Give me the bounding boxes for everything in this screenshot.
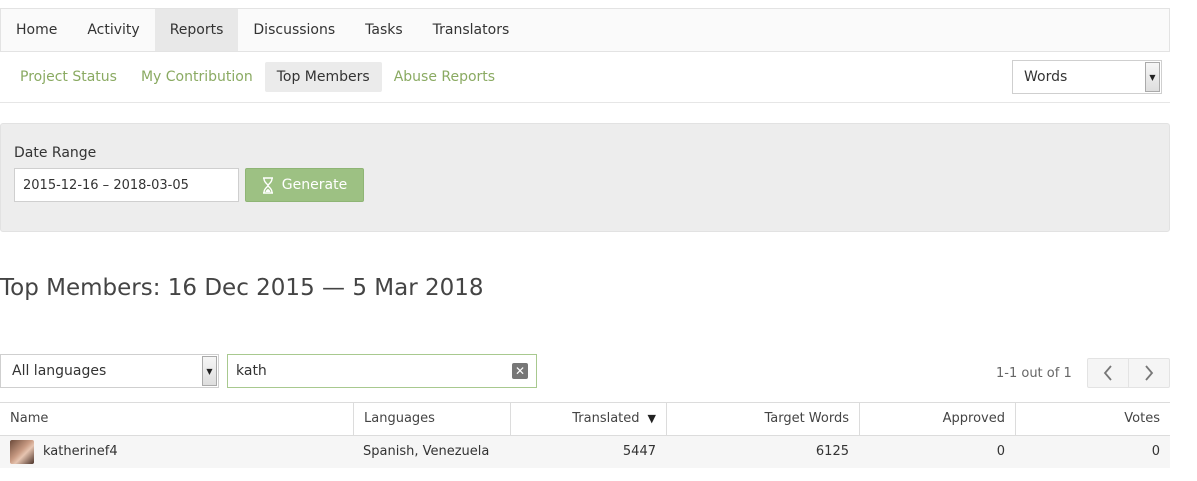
member-search: ✕: [227, 354, 537, 388]
subnav-my-contribution[interactable]: My Contribution: [129, 62, 265, 92]
chevron-right-icon: [1145, 365, 1154, 381]
member-votes: 0: [1151, 444, 1160, 459]
date-range-label: Date Range: [14, 145, 97, 161]
language-select[interactable]: All languages ▼: [0, 354, 219, 388]
member-languages: Spanish, Venezuela: [363, 444, 490, 459]
avatar: [10, 440, 34, 464]
sort-desc-icon: ▼: [647, 412, 656, 425]
prev-page-button[interactable]: [1088, 359, 1128, 387]
header-translated[interactable]: Translated ▼: [510, 403, 666, 435]
main-nav: Home Activity Reports Discussions Tasks …: [0, 8, 1170, 52]
header-languages[interactable]: Languages: [353, 403, 510, 435]
pagination-info: 1-1 out of 1: [996, 366, 1072, 381]
subnav-top-members[interactable]: Top Members: [264, 62, 382, 92]
generate-button[interactable]: Generate: [245, 168, 364, 202]
date-range-input[interactable]: [14, 168, 239, 202]
top-members-table: Name Languages Translated ▼ Target Words …: [0, 402, 1170, 468]
metric-select-value: Words: [1024, 69, 1068, 85]
tab-tasks[interactable]: Tasks: [350, 9, 418, 51]
member-cell: katherinef4: [0, 436, 353, 468]
tab-reports[interactable]: Reports: [154, 9, 239, 51]
member-target-words: 6125: [815, 444, 849, 459]
generate-label: Generate: [281, 177, 348, 193]
divider: [0, 102, 1170, 103]
member-search-input[interactable]: [228, 355, 508, 387]
dropdown-arrow-icon: ▼: [202, 356, 217, 386]
member-approved: 0: [996, 444, 1005, 459]
table-header: Name Languages Translated ▼ Target Words …: [0, 402, 1170, 436]
table-row: katherinef4 Spanish, Venezuela 5447 6125…: [0, 436, 1170, 468]
subnav-project-status[interactable]: Project Status: [8, 62, 129, 92]
metric-select[interactable]: Words ▼: [1012, 60, 1162, 94]
hourglass-icon: [262, 176, 274, 194]
tab-activity[interactable]: Activity: [72, 9, 154, 51]
date-range-panel: Date Range Generate: [0, 123, 1170, 232]
page-title: Top Members: 16 Dec 2015 — 5 Mar 2018: [0, 275, 484, 301]
tab-discussions[interactable]: Discussions: [238, 9, 350, 51]
next-page-button[interactable]: [1128, 359, 1169, 387]
header-target-words[interactable]: Target Words: [666, 403, 859, 435]
tab-translators[interactable]: Translators: [418, 9, 525, 51]
pagination: [1087, 358, 1170, 388]
header-name[interactable]: Name: [0, 403, 353, 435]
member-name-link[interactable]: katherinef4: [43, 436, 118, 468]
dropdown-arrow-icon: ▼: [1145, 62, 1160, 92]
header-votes[interactable]: Votes: [1015, 403, 1170, 435]
header-approved[interactable]: Approved: [859, 403, 1015, 435]
member-translated: 5447: [622, 444, 656, 459]
clear-search-icon[interactable]: ✕: [512, 363, 528, 379]
language-select-value: All languages: [12, 363, 107, 379]
reports-subnav: Project Status My Contribution Top Membe…: [8, 62, 507, 92]
tab-home[interactable]: Home: [1, 9, 72, 51]
chevron-left-icon: [1103, 365, 1112, 381]
header-translated-label: Translated: [572, 411, 640, 426]
subnav-abuse-reports[interactable]: Abuse Reports: [382, 62, 507, 92]
